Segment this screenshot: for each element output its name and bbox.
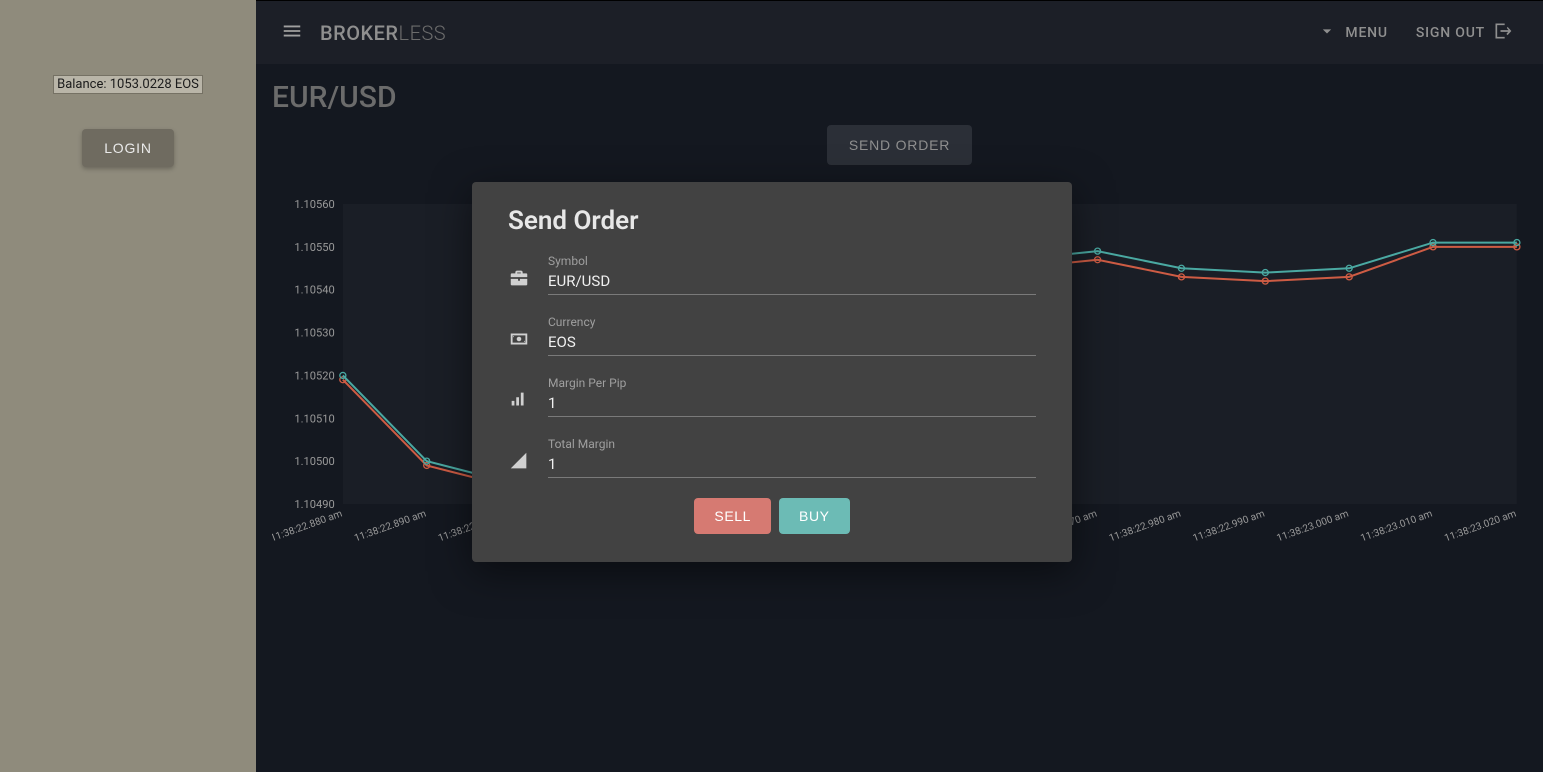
symbol-input[interactable]	[548, 272, 1036, 290]
symbol-label: Symbol	[548, 254, 1036, 268]
send-order-modal: Send Order Symbol Currency Margin Per Pi…	[472, 182, 1072, 562]
svg-text:11:38:22.880 am: 11:38:22.880 am	[272, 508, 344, 544]
svg-text:11:38:23.000 am: 11:38:23.000 am	[1275, 508, 1350, 544]
chevron-down-icon	[1317, 21, 1337, 45]
menu-icon	[281, 20, 303, 46]
field-total-margin: Total Margin	[508, 437, 1036, 478]
sell-button[interactable]: SELL	[694, 498, 771, 534]
svg-text:1.10560: 1.10560	[294, 198, 334, 211]
svg-text:1.10530: 1.10530	[294, 327, 334, 340]
topbar: BROKERLESS MENU SIGN OUT	[256, 0, 1543, 64]
field-currency: Currency	[508, 315, 1036, 356]
modal-title: Send Order	[508, 206, 1036, 236]
svg-text:11:38:22.990 am: 11:38:22.990 am	[1192, 508, 1267, 544]
currency-input[interactable]	[548, 333, 1036, 351]
svg-text:1.10490: 1.10490	[294, 498, 334, 511]
svg-text:11:38:22.890 am: 11:38:22.890 am	[353, 508, 428, 544]
send-order-button[interactable]: SEND ORDER	[827, 125, 972, 165]
menu-label: MENU	[1345, 25, 1387, 41]
signal-icon	[508, 450, 530, 472]
sidebar: Balance: 1053.0228 EOS LOGIN	[0, 0, 256, 772]
login-button[interactable]: LOGIN	[82, 129, 174, 167]
field-margin-per-pip: Margin Per Pip	[508, 376, 1036, 417]
sign-out-icon	[1493, 21, 1513, 45]
sign-out-label: SIGN OUT	[1416, 25, 1485, 41]
currency-label: Currency	[548, 315, 1036, 329]
svg-text:1.10540: 1.10540	[294, 284, 334, 297]
sign-out-button[interactable]: SIGN OUT	[1402, 13, 1527, 53]
hamburger-menu-button[interactable]	[272, 13, 312, 53]
menu-dropdown-button[interactable]: MENU	[1303, 13, 1401, 53]
buy-button[interactable]: BUY	[779, 498, 850, 534]
mpp-label: Margin Per Pip	[548, 376, 1036, 390]
svg-text:1.10510: 1.10510	[294, 412, 334, 425]
bar-chart-icon	[508, 389, 530, 411]
banknote-icon	[508, 328, 530, 350]
briefcase-icon	[508, 267, 530, 289]
balance-text: Balance: 1053.0228 EOS	[53, 75, 203, 94]
svg-text:1.10550: 1.10550	[294, 241, 334, 254]
brand-light: LESS	[399, 21, 447, 45]
brand-strong: BROKER	[320, 21, 399, 45]
svg-text:1.10520: 1.10520	[294, 369, 334, 382]
field-symbol: Symbol	[508, 254, 1036, 295]
pair-title: EUR/USD	[272, 80, 1527, 115]
svg-text:1.10500: 1.10500	[294, 455, 334, 468]
total-margin-label: Total Margin	[548, 437, 1036, 451]
brand-logo: BROKERLESS	[320, 21, 446, 45]
svg-text:11:38:23.010 am: 11:38:23.010 am	[1359, 508, 1434, 544]
total-margin-input[interactable]	[548, 455, 1036, 473]
svg-text:11:38:23.020 am: 11:38:23.020 am	[1443, 508, 1518, 544]
mpp-input[interactable]	[548, 394, 1036, 412]
svg-text:11:38:22.980 am: 11:38:22.980 am	[1108, 508, 1183, 544]
